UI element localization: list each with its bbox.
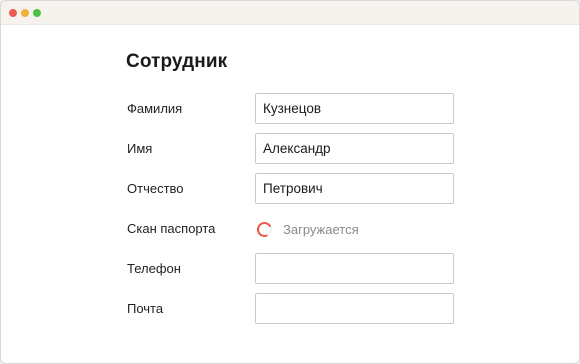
maximize-window-button[interactable] (33, 9, 41, 17)
app-window: Сотрудник Фамилия Имя Отчество Скан пасп… (0, 0, 580, 364)
middle-name-input[interactable] (255, 173, 454, 204)
first-name-input[interactable] (255, 133, 454, 164)
loading-spinner-icon (254, 219, 275, 239)
last-name-input[interactable] (255, 93, 454, 124)
minimize-window-button[interactable] (21, 9, 29, 17)
first-name-label: Имя (127, 141, 153, 156)
email-label: Почта (127, 301, 164, 316)
upload-status-text: Загружается (283, 221, 359, 237)
passport-scan-label: Скан паспорта (127, 221, 216, 236)
phone-label: Телефон (127, 261, 181, 276)
email-input[interactable] (255, 293, 454, 324)
middle-name-label: Отчество (127, 181, 184, 196)
phone-input[interactable] (255, 253, 454, 284)
window-titlebar (1, 1, 579, 25)
passport-upload-status: Загружается (254, 219, 359, 239)
last-name-label: Фамилия (127, 101, 183, 116)
form-title: Сотрудник (126, 51, 228, 72)
close-window-button[interactable] (9, 9, 17, 17)
